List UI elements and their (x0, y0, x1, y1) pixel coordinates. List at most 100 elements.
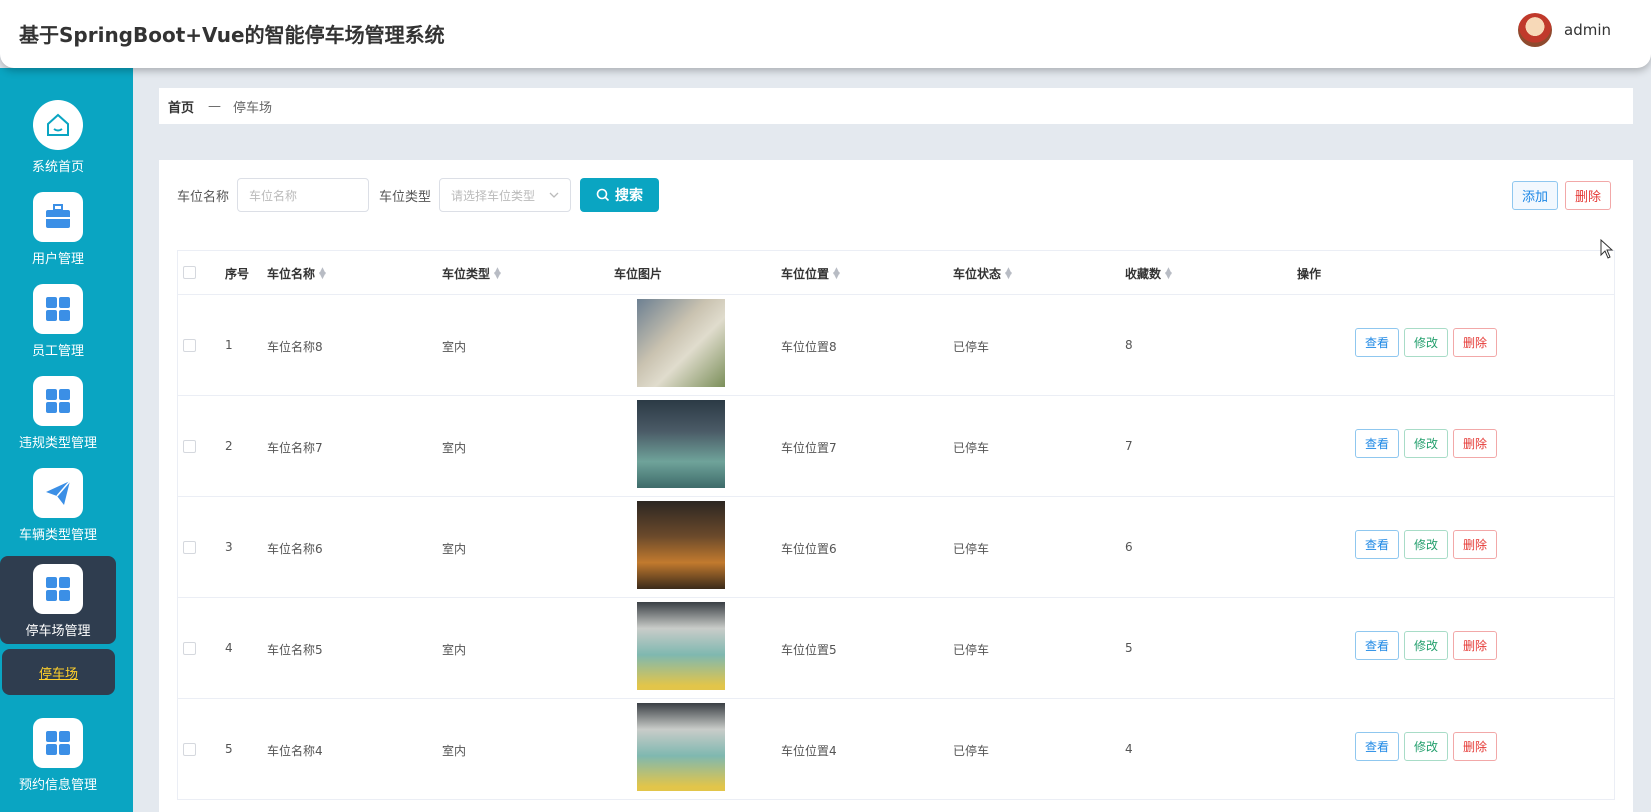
column-header-favorites[interactable]: 收藏数 ▲ ▼ (1125, 265, 1172, 282)
row-delete-button[interactable]: 删除 (1453, 328, 1497, 357)
row-checkbox[interactable] (183, 642, 196, 655)
sidebar-item-staff[interactable]: 员工管理 (0, 276, 116, 364)
view-button[interactable]: 查看 (1355, 631, 1399, 660)
breadcrumb-separator: — (208, 98, 222, 114)
grid-icon (33, 376, 83, 426)
row-checkbox[interactable] (183, 440, 196, 453)
parking-space-image[interactable] (637, 299, 725, 387)
user-avatar[interactable] (1518, 13, 1552, 47)
edit-button[interactable]: 修改 (1404, 328, 1448, 357)
select-all-checkbox[interactable] (183, 266, 196, 279)
table-row: 3 车位名称6 室内 车位位置6 已停车 6 查看 修改 删除 (178, 497, 1614, 598)
sidebar-item-home[interactable]: 系统首页 (0, 92, 116, 180)
sidebar-item-vehicle-types[interactable]: 车辆类型管理 (0, 460, 116, 548)
row-delete-button[interactable]: 删除 (1453, 429, 1497, 458)
cell-type: 室内 (442, 744, 467, 758)
sidebar-item-label: 违规类型管理 (18, 436, 97, 451)
edit-button[interactable]: 修改 (1404, 732, 1448, 761)
column-header-status[interactable]: 车位状态 ▲ ▼ (953, 265, 1012, 282)
row-checkbox[interactable] (183, 339, 196, 352)
view-button[interactable]: 查看 (1355, 530, 1399, 559)
cell-index: 5 (225, 742, 233, 756)
briefcase-icon (33, 192, 83, 242)
row-delete-button[interactable]: 删除 (1453, 530, 1497, 559)
sidebar-item-reservations[interactable]: 预约信息管理 (0, 710, 116, 798)
parking-space-image[interactable] (637, 703, 725, 791)
column-header-image: 车位图片 (614, 267, 663, 281)
chevron-down-icon (549, 192, 559, 198)
top-header: 基于SpringBoot+Vue的智能停车场管理系统 admin (0, 0, 1651, 68)
view-button[interactable]: 查看 (1355, 328, 1399, 357)
column-header-name[interactable]: 车位名称 ▲ ▼ (267, 265, 326, 282)
cell-status: 已停车 (953, 441, 990, 455)
parking-space-image[interactable] (637, 602, 725, 690)
paper-plane-icon (33, 468, 83, 518)
sidebar-item-label: 预约信息管理 (18, 778, 97, 793)
cell-index: 1 (225, 338, 233, 352)
grid-icon (33, 564, 83, 614)
breadcrumb-home[interactable]: 首页 (168, 97, 194, 116)
cell-name: 车位名称7 (267, 441, 323, 455)
sidebar-item-violation-types[interactable]: 违规类型管理 (0, 368, 116, 456)
sort-icon[interactable]: ▲ ▼ (1165, 266, 1172, 280)
app-title: 基于SpringBoot+Vue的智能停车场管理系统 (19, 23, 445, 47)
user-name[interactable]: admin (1564, 21, 1611, 39)
cell-location: 车位位置6 (781, 542, 837, 556)
sort-icon[interactable]: ▲ ▼ (319, 266, 326, 280)
parking-space-image[interactable] (637, 501, 725, 589)
sidebar-subitem-parking-lot[interactable]: 停车场 (2, 649, 115, 695)
row-actions: 查看 修改 删除 (1355, 530, 1497, 559)
column-header-type[interactable]: 车位类型 ▲ ▼ (442, 265, 501, 282)
table-row: 2 车位名称7 室内 车位位置7 已停车 7 查看 修改 删除 (178, 396, 1614, 497)
edit-button[interactable]: 修改 (1404, 631, 1448, 660)
parking-table: 序号 车位名称 ▲ ▼ 车位类型 ▲ ▼ 车位图片 车位位置 ▲ ▼ 车位状态 ▲ ▼ 收藏数 ▲… (177, 250, 1615, 800)
row-actions: 查看 修改 删除 (1355, 732, 1497, 761)
row-checkbox[interactable] (183, 743, 196, 756)
name-filter-placeholder: 车位名称 (249, 188, 298, 203)
search-bar: 车位名称 车位名称 车位类型 请选择车位类型 搜索 (177, 178, 660, 212)
sort-icon[interactable]: ▲ ▼ (833, 266, 840, 280)
sidebar-item-label: 员工管理 (31, 344, 84, 359)
column-header-location[interactable]: 车位位置 ▲ ▼ (781, 265, 840, 282)
sort-icon[interactable]: ▲ ▼ (1005, 266, 1012, 280)
type-filter-placeholder: 请选择车位类型 (451, 188, 536, 203)
delete-button[interactable]: 删除 (1565, 181, 1611, 210)
sidebar: 系统首页 用户管理 员工管理 违规类型管理 车辆类型管理 停车场管理 停车场 预… (0, 68, 133, 812)
row-delete-button[interactable]: 删除 (1453, 631, 1497, 660)
name-filter-label: 车位名称 (177, 189, 230, 205)
row-checkbox[interactable] (183, 541, 196, 554)
cell-location: 车位位置8 (781, 340, 837, 354)
column-header-actions: 操作 (1297, 267, 1322, 281)
search-button-label: 搜索 (615, 188, 644, 204)
view-button[interactable]: 查看 (1355, 732, 1399, 761)
add-button[interactable]: 添加 (1512, 181, 1558, 210)
cell-status: 已停车 (953, 340, 990, 354)
edit-button[interactable]: 修改 (1404, 530, 1448, 559)
cell-location: 车位位置4 (781, 744, 837, 758)
type-filter-select[interactable]: 请选择车位类型 (439, 178, 572, 212)
cell-favorites: 4 (1125, 742, 1133, 756)
sort-icon[interactable]: ▲ ▼ (494, 266, 501, 280)
view-button[interactable]: 查看 (1355, 429, 1399, 458)
breadcrumb: 首页 — 停车场 (159, 88, 1633, 124)
search-button[interactable]: 搜索 (580, 178, 660, 212)
table-row: 1 车位名称8 室内 车位位置8 已停车 8 查看 修改 删除 (178, 295, 1614, 396)
home-icon (33, 100, 83, 150)
row-delete-button[interactable]: 删除 (1453, 732, 1497, 761)
cell-status: 已停车 (953, 643, 990, 657)
cell-status: 已停车 (953, 542, 990, 556)
name-filter-input[interactable]: 车位名称 (237, 178, 370, 212)
type-filter-label: 车位类型 (379, 189, 432, 205)
parking-space-image[interactable] (637, 400, 725, 488)
cell-index: 2 (225, 439, 233, 453)
edit-button[interactable]: 修改 (1404, 429, 1448, 458)
cell-location: 车位位置5 (781, 643, 837, 657)
cell-favorites: 8 (1125, 338, 1133, 352)
sidebar-subitem-label: 停车场 (38, 666, 78, 682)
cell-name: 车位名称6 (267, 542, 323, 556)
cell-status: 已停车 (953, 744, 990, 758)
sidebar-item-users[interactable]: 用户管理 (0, 184, 116, 272)
sidebar-item-parking-management[interactable]: 停车场管理 (0, 556, 116, 644)
cell-type: 室内 (442, 643, 467, 657)
grid-icon (33, 718, 83, 768)
